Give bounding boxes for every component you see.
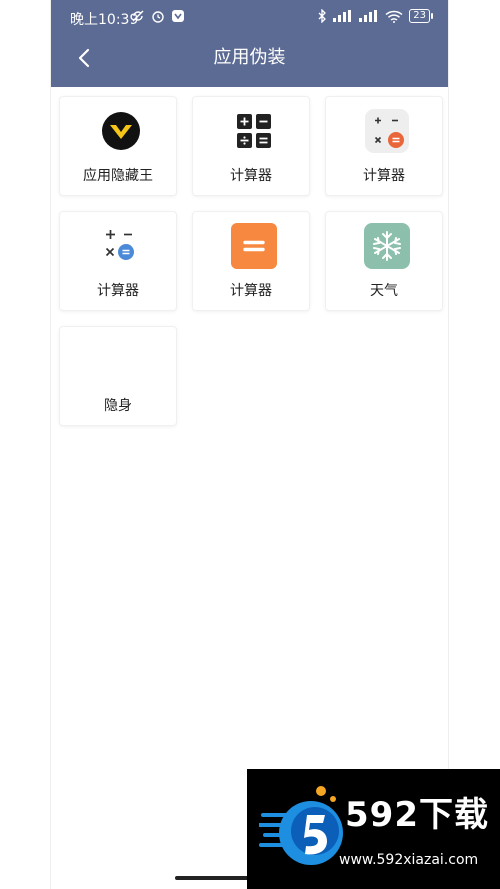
app-card-label: 计算器 [230,283,272,299]
app-card-calculator-2[interactable]: 计算器 [325,96,443,196]
watermark-url: www.592xiazai.com [339,852,479,868]
app-card-invisible[interactable]: 隐身 [59,326,177,426]
calculator-blue-equals-icon [105,230,134,260]
app-card-calculator-4[interactable]: 计算器 [192,211,310,311]
wifi-icon [385,10,403,23]
calculator-orange-equals-icon [365,109,409,153]
phone-screen: 晚上10:39 23 应用伪装 应用隐藏王 计算器 计算器 计算器 计算器 天气… [50,0,449,889]
page-title: 应用伪装 [213,47,286,68]
sync-off-icon [132,10,144,22]
snowflake-icon [364,223,410,269]
status-time: 晚上10:39 [70,12,139,28]
app-card-calculator-3[interactable]: 计算器 [59,211,177,311]
app-shield-icon [172,10,184,22]
outer-background-left [0,0,50,889]
app-card-label: 计算器 [97,283,139,299]
app-card-weather[interactable]: 天气 [325,211,443,311]
watermark-title: 592下载 [345,795,489,835]
app-card-hide-king[interactable]: 应用隐藏王 [59,96,177,196]
app-header: 晚上10:39 23 应用伪装 [51,0,448,87]
calculator-orange-tile-icon [231,223,277,269]
alarm-icon [152,11,164,23]
watermark-592: 592下载 www.592xiazai.com [247,769,500,889]
outer-background-right [449,0,500,889]
battery-indicator: 23 [409,9,433,23]
app-card-label: 应用隐藏王 [83,168,153,184]
app-card-label: 天气 [370,283,398,299]
calculator-black-keys-icon [237,114,271,148]
blank-icon [98,338,144,384]
status-bar: 晚上10:39 23 [51,0,448,36]
app-card-label: 计算器 [230,168,272,184]
signal-icon [359,10,378,22]
app-card-calculator-1[interactable]: 计算器 [192,96,310,196]
bluetooth-icon [318,9,327,23]
yellow-v-logo-icon [102,112,140,150]
app-card-label: 隐身 [104,398,132,414]
status-left-icons [131,9,185,23]
signal-icon [333,10,352,22]
592-logo-icon [259,786,343,865]
app-card-label: 计算器 [363,168,405,184]
status-right-icons: 23 [317,9,433,23]
